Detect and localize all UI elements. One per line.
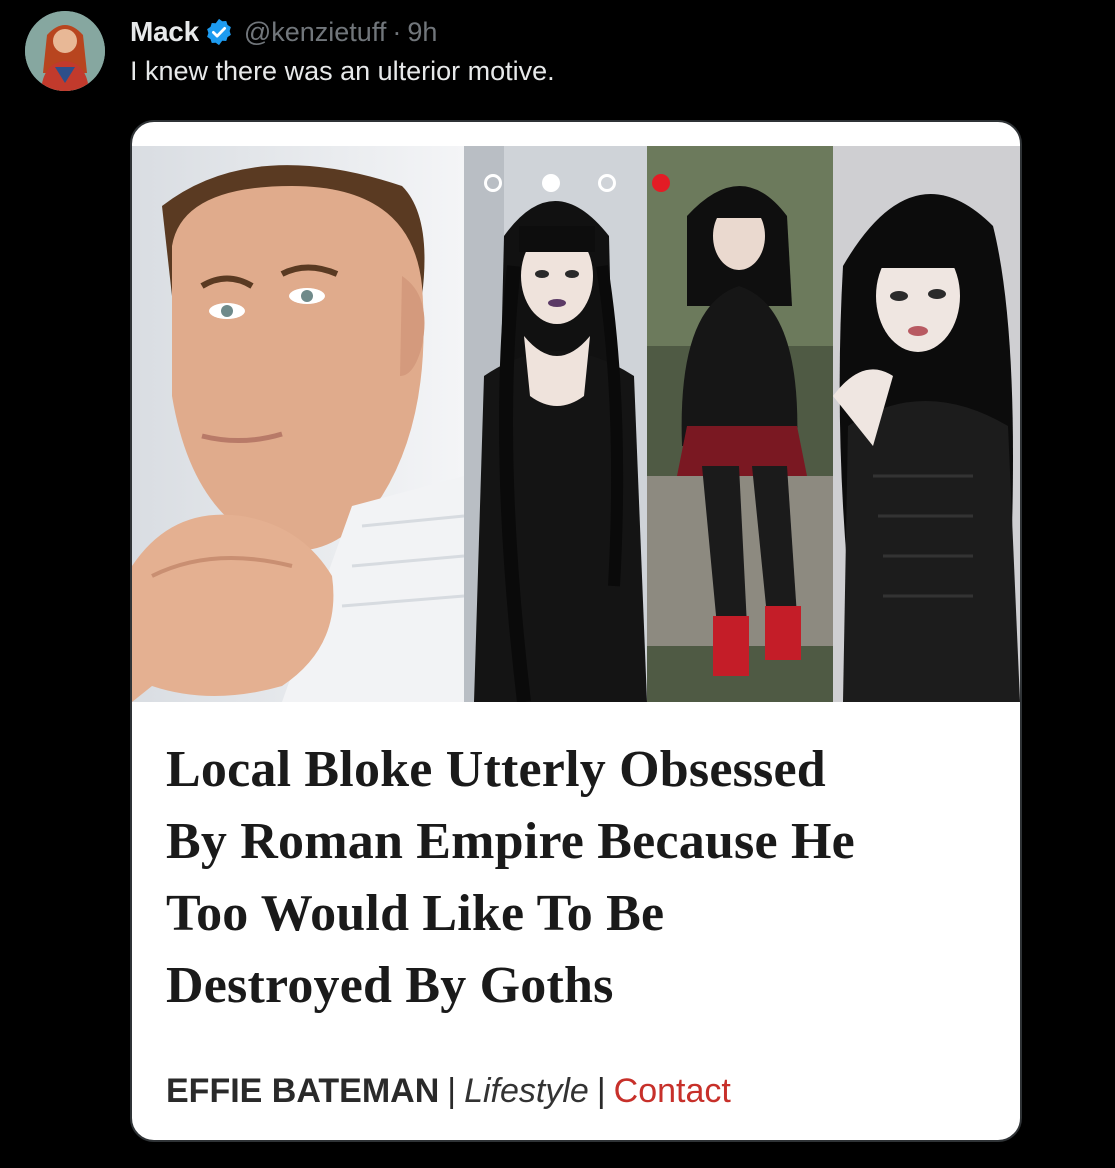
man-portrait-image [132, 146, 464, 702]
separator-dot: · [392, 16, 402, 47]
byline-separator: | [596, 1072, 606, 1110]
headline-line: Too Would Like To Be [166, 885, 665, 942]
carousel-dot-3[interactable] [598, 174, 616, 192]
article-byline: EFFIE BATEMAN | Lifestyle | Contact [166, 1072, 731, 1111]
photo-strip [132, 146, 1020, 702]
goth-woman-1-image [464, 146, 647, 702]
timestamp[interactable]: 9h [407, 17, 437, 48]
headline-line: By Roman Empire Because He [166, 813, 855, 870]
carousel-dot-2[interactable] [542, 174, 560, 192]
verified-badge-icon[interactable] [204, 17, 234, 47]
article-headline: Local Bloke Utterly Obsessed By Roman Em… [166, 734, 986, 1022]
handle[interactable]: @kenzietuff [244, 17, 387, 48]
goth-woman-3-image [833, 146, 1020, 702]
tweet-header: Mack @kenzietuff · 9h [130, 12, 437, 52]
goth-woman-2-image [647, 146, 833, 702]
byline-author: EFFIE BATEMAN [166, 1072, 440, 1110]
byline-separator: | [447, 1072, 457, 1110]
byline-contact-link: Contact [613, 1072, 731, 1110]
carousel-dot-4[interactable] [652, 174, 670, 192]
avatar[interactable] [25, 11, 105, 91]
headline-line: Destroyed By Goths [166, 957, 614, 1014]
tweet-text: I knew there was an ulterior motive. [130, 56, 555, 86]
display-name[interactable]: Mack [130, 16, 199, 48]
media-card[interactable]: Local Bloke Utterly Obsessed By Roman Em… [130, 120, 1022, 1142]
byline-section: Lifestyle [464, 1072, 589, 1110]
headline-line: Local Bloke Utterly Obsessed [166, 741, 826, 798]
carousel-dot-1[interactable] [484, 174, 502, 192]
